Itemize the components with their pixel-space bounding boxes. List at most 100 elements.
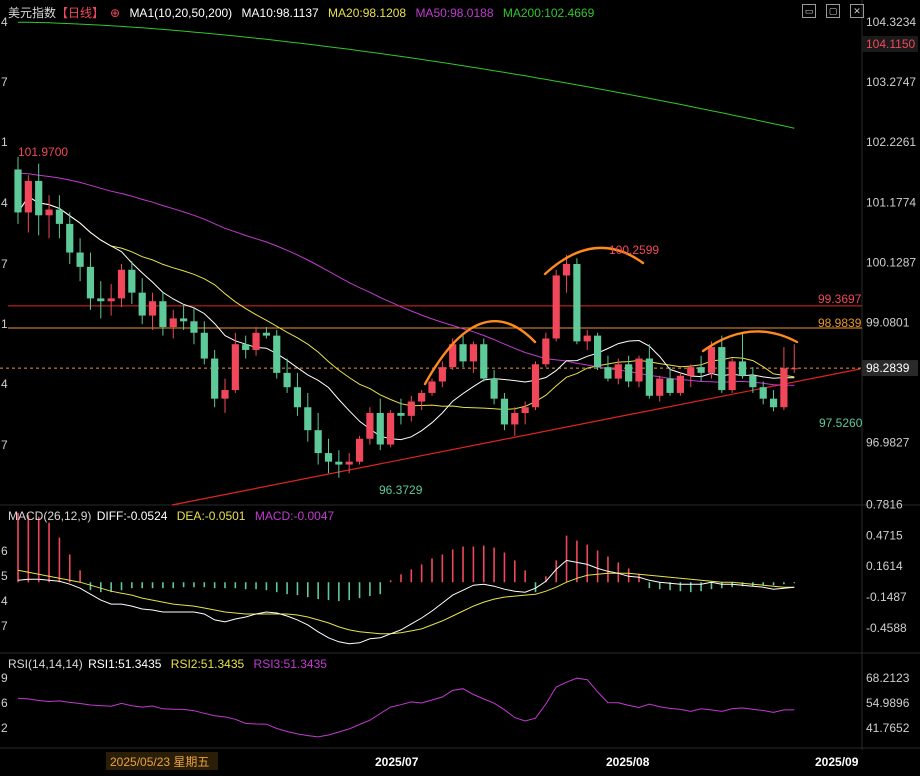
candle-body: [314, 430, 322, 454]
macd-axis-tick: 0.4715: [866, 528, 903, 542]
rsi1-value: RSI1:51.3435: [88, 657, 162, 671]
candle-body: [573, 264, 581, 342]
ma200-tag: 104.1150: [866, 37, 915, 51]
candle-body: [594, 335, 602, 368]
candle-body: [169, 318, 177, 328]
candle-body: [117, 269, 126, 299]
candle-body: [428, 381, 436, 393]
left-axis-label: 1: [1, 317, 8, 331]
candle-body: [148, 301, 157, 316]
candle-body: [190, 321, 198, 333]
candle-body: [345, 461, 353, 465]
candle-body: [469, 344, 477, 362]
candle-body: [531, 364, 540, 408]
candle-body: [511, 412, 519, 425]
macd-hist-value: MACD:-0.0047: [254, 509, 335, 523]
candle-body: [366, 412, 374, 439]
candle-body: [55, 209, 63, 224]
price-header: 美元指数【日线】 ⊕ MA1(10,20,50,200) MA10:98.1137…: [8, 4, 600, 21]
price-axis-tick: 102.2261: [866, 135, 916, 149]
high-label-1: 101.9700: [18, 145, 68, 159]
candle-body: [780, 368, 788, 408]
candle-body: [14, 169, 22, 213]
ma10-value: MA10:98.1137: [241, 6, 319, 20]
candle-body: [231, 344, 239, 391]
settings-icon[interactable]: ⊕: [110, 6, 120, 20]
x-tick-label: 2025/07: [375, 755, 419, 769]
candle-body: [707, 347, 716, 373]
candle-body: [355, 438, 364, 462]
candle-body: [500, 398, 509, 425]
price-axis-tick: 100.1287: [866, 255, 916, 269]
rsi-header: RSI(14,14,14) RSI1:51.3435 RSI2:51.3435 …: [8, 657, 333, 671]
candle-body: [221, 390, 229, 399]
candle-body: [604, 367, 612, 379]
macd-axis-tick: 0.7816: [866, 498, 903, 512]
left-axis-label: 4: [1, 15, 8, 29]
rsi-label: RSI(14,14,14): [8, 657, 83, 671]
price-axis-tick: 104.3234: [866, 15, 916, 29]
candle-body: [769, 398, 778, 408]
candle-body: [790, 368, 798, 370]
candle-body: [645, 358, 653, 396]
x-tick-label: 2025/09: [815, 755, 859, 769]
high-label-2: 100.2599: [609, 243, 659, 257]
candle-body: [335, 461, 343, 465]
candle-body: [211, 358, 219, 399]
candle-body: [273, 335, 281, 373]
candle-body: [107, 298, 115, 302]
ma200-value: MA200:102.4669: [502, 6, 595, 20]
rsi-left-label: 6: [1, 696, 8, 710]
macd-label: MACD(26,12,9): [8, 509, 92, 523]
low-label-1: 96.3729: [379, 483, 423, 497]
candle-body: [128, 269, 136, 293]
candle-body: [759, 387, 767, 399]
left-axis-label: 1: [1, 135, 8, 149]
candle-body: [86, 266, 95, 299]
macd-header: MACD(26,12,9) DIFF:-0.0524 DEA:-0.0501 M…: [8, 509, 340, 523]
macd-dea-value: DEA:-0.0501: [176, 509, 246, 523]
candle-body: [97, 298, 105, 302]
candle-body: [718, 347, 726, 391]
x-tick-label: 2025/08: [606, 755, 650, 769]
macd-axis-tick: -0.4588: [866, 621, 907, 635]
macd-axis-tick: 0.1614: [866, 559, 903, 573]
candle-body: [138, 292, 146, 316]
resistance-label-1: 99.3697: [818, 292, 862, 306]
candle-body: [252, 332, 260, 350]
rsi2-value: RSI2:51.3435: [170, 657, 245, 671]
candle-body: [180, 318, 188, 322]
candle-body: [293, 387, 302, 408]
close-icon[interactable]: ✕: [850, 4, 864, 18]
restore-icon[interactable]: ▢: [826, 4, 840, 18]
candle-body: [66, 223, 74, 253]
candle-body: [262, 332, 270, 336]
candle-body: [45, 209, 53, 216]
ma20-value: MA20:98.1208: [328, 6, 407, 20]
candle-body: [324, 453, 333, 462]
candle-body: [407, 401, 415, 416]
resistance-label-2: 98.9839: [818, 316, 862, 330]
period-label[interactable]: 【日线】: [56, 6, 104, 20]
candle-body: [666, 378, 674, 393]
rsi-left-label: 2: [1, 721, 8, 735]
candle-body: [542, 338, 550, 365]
macd-diff-value: DIFF:-0.0524: [96, 509, 168, 523]
macd-left-label: 7: [1, 619, 8, 633]
low-label-2: 97.5260: [819, 416, 863, 430]
candle-body: [728, 361, 736, 391]
symbol-name[interactable]: 美元指数: [8, 6, 56, 20]
candle-body: [635, 358, 643, 382]
candle-body: [242, 344, 250, 350]
macd-left-label: 6: [1, 544, 8, 558]
last-price-tag: 98.2839: [866, 361, 910, 375]
candle-body: [387, 412, 395, 445]
left-axis-label: 7: [1, 438, 8, 452]
minimize-icon[interactable]: ▭: [802, 4, 816, 18]
price-axis-tick: 96.9827: [866, 436, 910, 450]
rsi-axis-tick: 54.9896: [866, 696, 910, 710]
price-axis-tick: 101.1774: [866, 195, 916, 209]
candle-body: [697, 367, 705, 373]
candle-body: [562, 264, 571, 276]
price-axis-tick: 103.2747: [866, 75, 916, 89]
